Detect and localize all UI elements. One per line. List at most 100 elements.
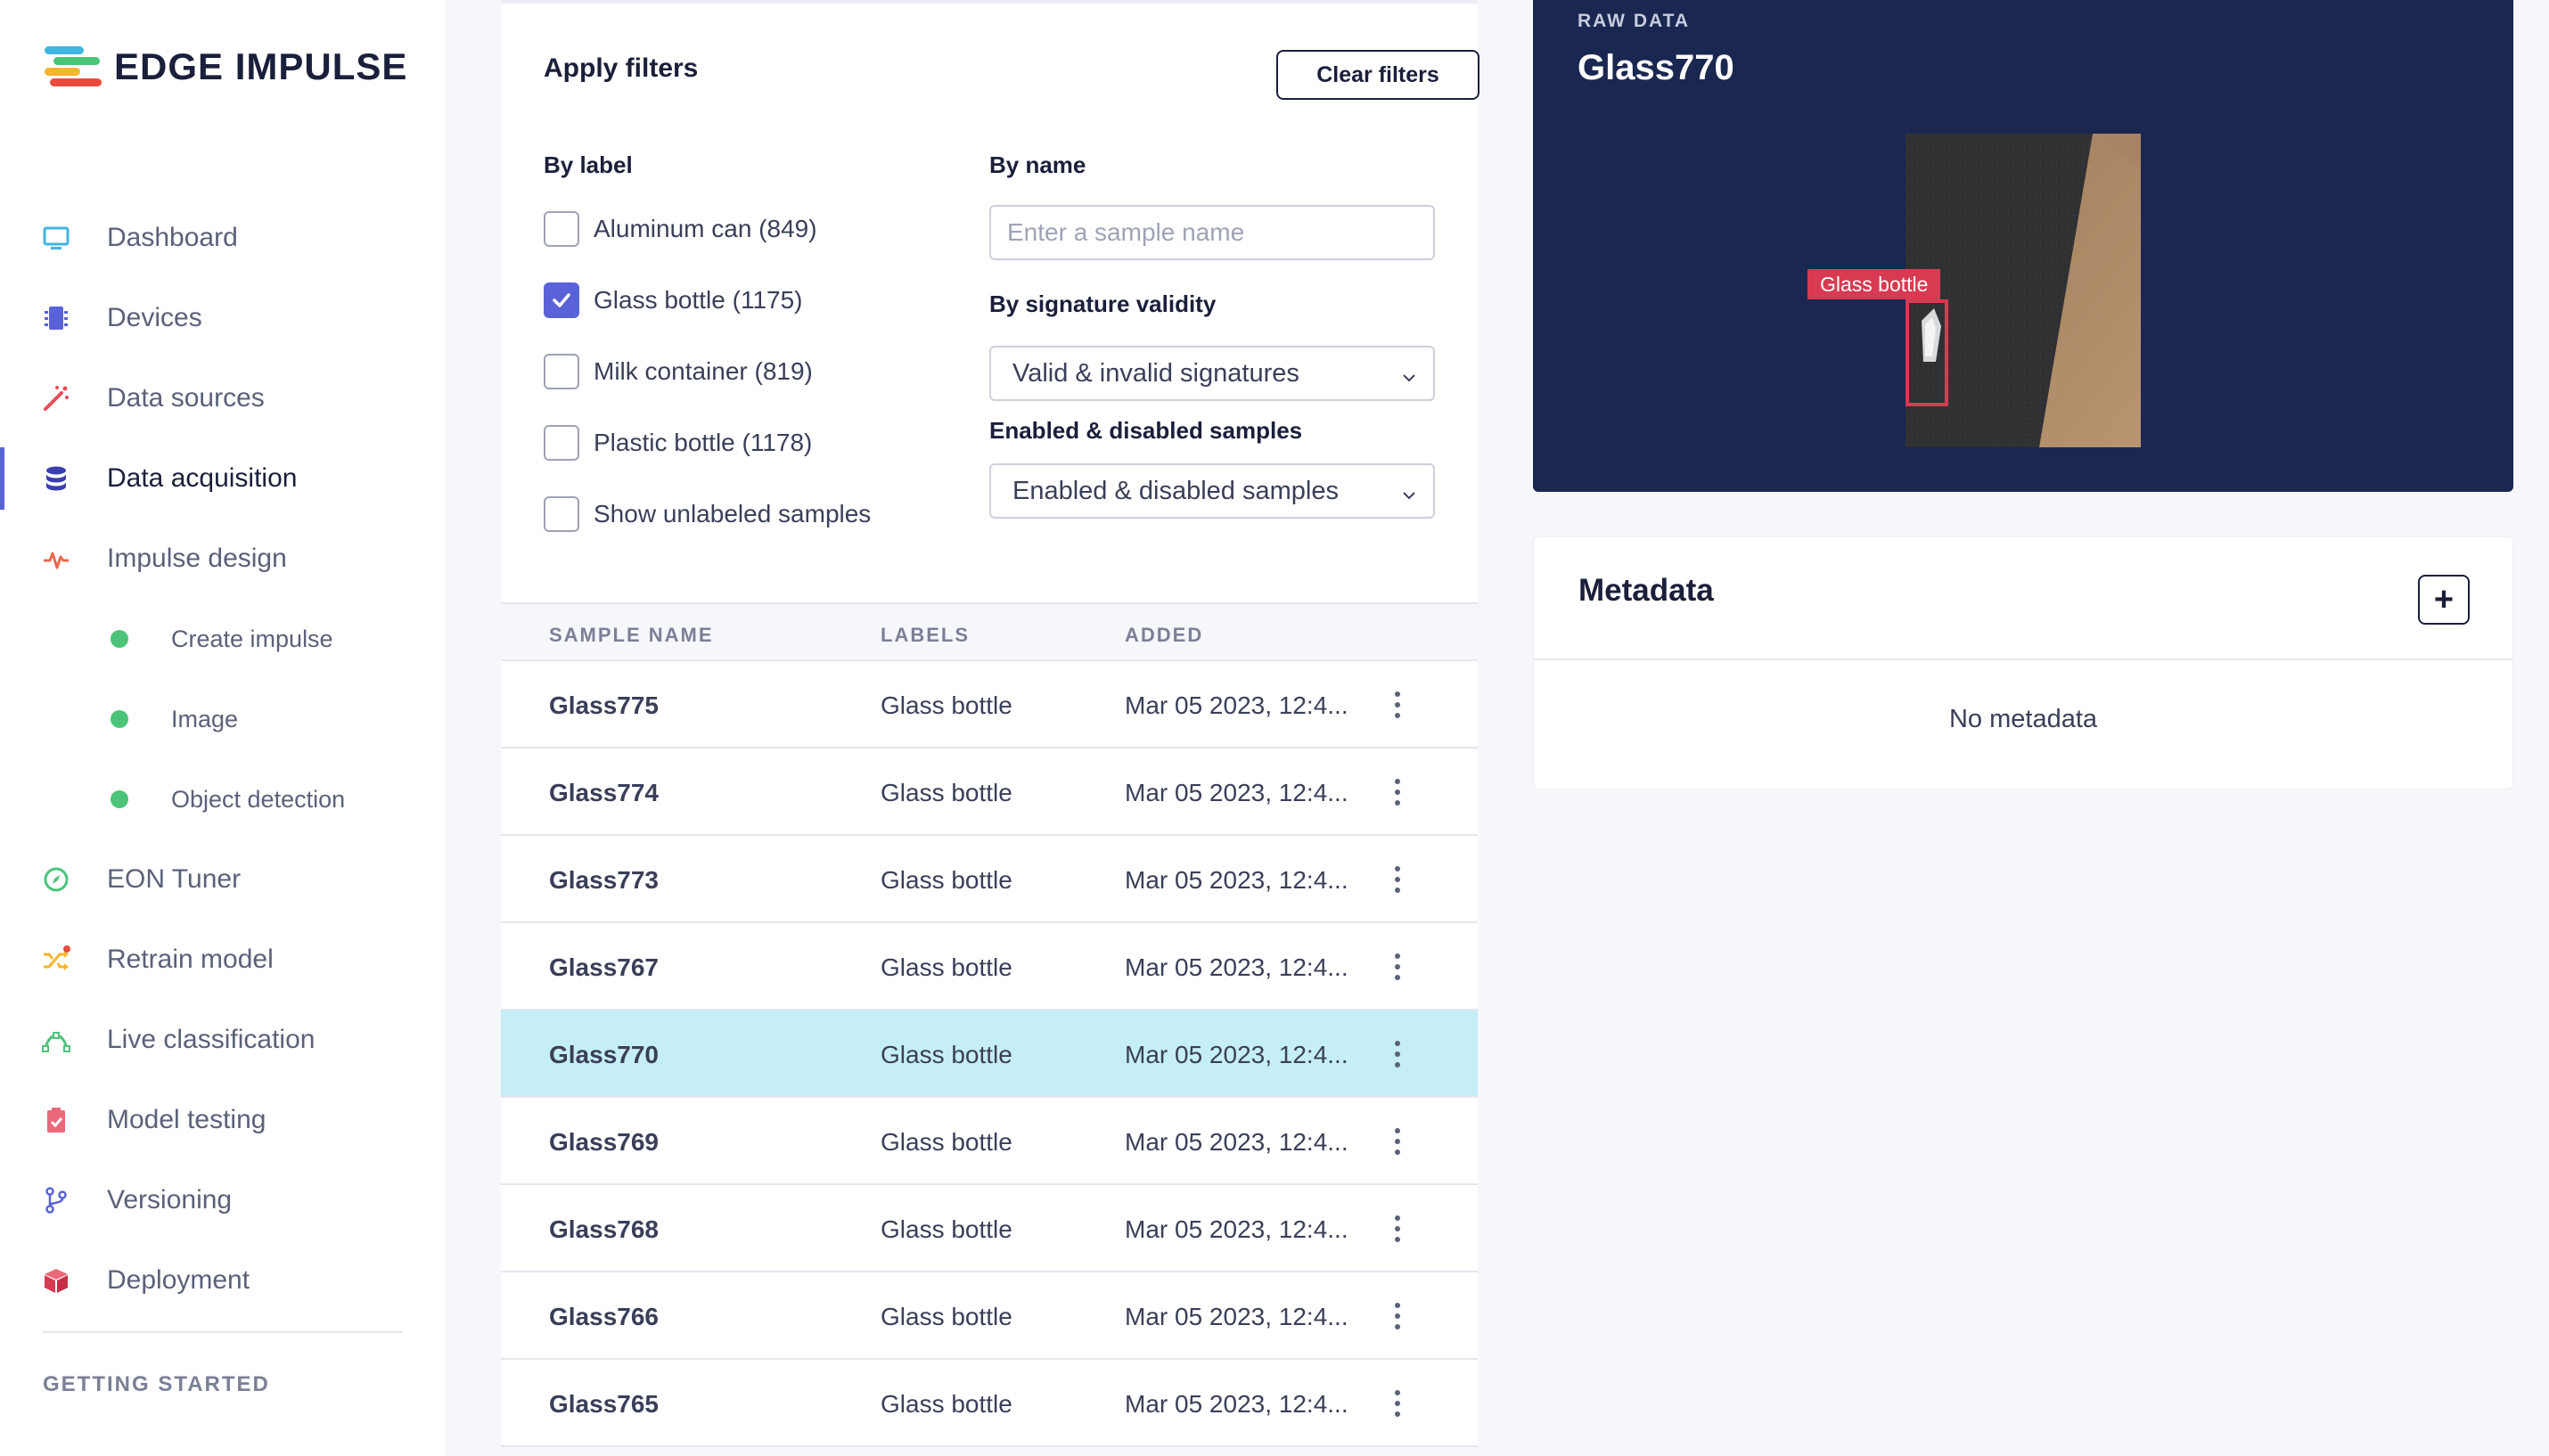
more-options-icon[interactable] — [1385, 1297, 1410, 1335]
sample-added: Mar 05 2023, 12:4... — [1125, 1390, 1348, 1418]
table-row[interactable]: Glass770 Glass bottle Mar 05 2023, 12:4... — [501, 1010, 1478, 1098]
sample-label: Glass bottle — [881, 691, 1012, 719]
sample-added: Mar 05 2023, 12:4... — [1125, 866, 1348, 894]
sidebar-item-dashboard[interactable]: Dashboard — [0, 198, 446, 278]
sample-name-input[interactable] — [989, 205, 1435, 260]
sample-added: Mar 05 2023, 12:4... — [1125, 953, 1348, 981]
filter-checkbox-glass-bottle[interactable]: Glass bottle (1175) — [544, 282, 803, 319]
column-header-added[interactable]: ADDED — [1125, 624, 1203, 647]
sidebar-item-image[interactable]: Image — [0, 679, 446, 759]
sidebar-item-devices[interactable]: Devices — [0, 278, 446, 358]
sidebar-item-live-classification[interactable]: Live classification — [0, 1000, 446, 1080]
sidebar-item-label: Data sources — [107, 383, 265, 413]
sample-added: Mar 05 2023, 12:4... — [1125, 1303, 1348, 1330]
sidebar-item-create-impulse[interactable]: Create impulse — [0, 599, 446, 679]
sidebar-item-data-sources[interactable]: Data sources — [0, 358, 446, 438]
sample-added: Mar 05 2023, 12:4... — [1125, 779, 1348, 806]
table-row[interactable]: Glass774 Glass bottle Mar 05 2023, 12:4... — [501, 748, 1478, 836]
raw-data-card: RAW DATA Glass770 — [1533, 0, 2513, 492]
by-name-title: By name — [989, 151, 1086, 178]
sample-name[interactable]: Glass769 — [549, 1128, 659, 1157]
sidebar-item-versioning[interactable]: Versioning — [0, 1160, 446, 1240]
sidebar-item-model-testing[interactable]: Model testing — [0, 1080, 446, 1160]
bounding-box[interactable] — [1906, 299, 1948, 406]
sidebar-item-impulse-design[interactable]: Impulse design — [0, 519, 446, 599]
filter-checkbox-unlabeled[interactable]: Show unlabeled samples — [544, 495, 871, 533]
more-options-icon[interactable] — [1385, 686, 1410, 724]
add-metadata-button[interactable]: + — [2418, 575, 2470, 625]
table-row[interactable]: Glass775 Glass bottle Mar 05 2023, 12:4... — [501, 661, 1478, 748]
brand-name: EDGE IMPULSE — [114, 45, 408, 87]
sidebar-item-label: Devices — [107, 303, 202, 332]
sample-name[interactable]: Glass768 — [549, 1215, 659, 1244]
checkbox[interactable] — [544, 354, 579, 389]
sample-name[interactable]: Glass774 — [549, 779, 659, 807]
checkbox[interactable] — [544, 496, 579, 532]
clear-filters-button[interactable]: Clear filters — [1276, 50, 1479, 100]
checkbox-label: Show unlabeled samples — [594, 500, 872, 528]
chevron-down-icon — [1399, 483, 1419, 512]
sample-name[interactable]: Glass770 — [549, 1041, 659, 1069]
more-options-icon[interactable] — [1385, 1035, 1410, 1073]
sidebar-item-data-acquisition[interactable]: Data acquisition — [0, 438, 446, 519]
sidebar-item-label: Deployment — [107, 1265, 250, 1295]
checkbox[interactable] — [544, 211, 579, 247]
table-row[interactable]: Glass773 Glass bottle Mar 05 2023, 12:4... — [501, 836, 1478, 923]
table-row[interactable]: Glass765 Glass bottle Mar 05 2023, 12:4... — [501, 1360, 1478, 1447]
more-options-icon[interactable] — [1385, 1385, 1410, 1422]
sidebar-divider — [43, 1331, 403, 1333]
sidebar-item-deployment[interactable]: Deployment — [0, 1240, 446, 1321]
metadata-title: Metadata — [1578, 573, 1714, 608]
chip-icon — [41, 303, 71, 333]
sample-name[interactable]: Glass766 — [549, 1303, 659, 1331]
more-options-icon[interactable] — [1385, 773, 1410, 811]
sample-name[interactable]: Glass775 — [549, 691, 659, 720]
sample-added: Mar 05 2023, 12:4... — [1125, 1128, 1348, 1156]
sidebar-item-eon-tuner[interactable]: EON Tuner — [0, 839, 446, 920]
sample-added: Mar 05 2023, 12:4... — [1125, 1215, 1348, 1243]
checkbox[interactable] — [544, 282, 579, 318]
samples-table: SAMPLE NAME LABELS ADDED Glass775 Glass b… — [501, 602, 1478, 1447]
signature-validity-select[interactable]: Valid & invalid signatures — [989, 346, 1435, 401]
table-body: Glass775 Glass bottle Mar 05 2023, 12:4...… — [501, 661, 1478, 1447]
filter-checkbox-aluminum-can[interactable]: Aluminum can (849) — [544, 210, 817, 248]
column-header-labels[interactable]: LABELS — [881, 624, 970, 647]
select-value: Valid & invalid signatures — [1012, 358, 1299, 388]
sidebar-item-retrain-model[interactable]: Retrain model — [0, 920, 446, 1000]
raw-data-kicker: RAW DATA — [1578, 11, 1691, 31]
branch-icon — [41, 1185, 71, 1215]
table-row[interactable]: Glass768 Glass bottle Mar 05 2023, 12:4... — [501, 1185, 1478, 1272]
shuffle-icon — [41, 945, 71, 975]
more-options-icon[interactable] — [1385, 1123, 1410, 1160]
checkbox-label: Plastic bottle (1178) — [594, 429, 813, 456]
sample-name[interactable]: Glass773 — [549, 866, 659, 895]
sample-added: Mar 05 2023, 12:4... — [1125, 1041, 1348, 1068]
more-options-icon[interactable] — [1385, 948, 1410, 986]
filter-checkbox-milk-container[interactable]: Milk container (819) — [544, 353, 813, 390]
column-header-sample-name[interactable]: SAMPLE NAME — [549, 624, 714, 647]
logo-icon — [45, 45, 103, 89]
enabled-samples-title: Enabled & disabled samples — [989, 417, 1303, 444]
divider — [1534, 658, 2512, 660]
sample-label: Glass bottle — [881, 779, 1012, 806]
logo[interactable]: EDGE IMPULSE — [45, 45, 407, 89]
metadata-card: Metadata + No metadata — [1533, 536, 2513, 789]
sample-name[interactable]: Glass765 — [549, 1390, 659, 1419]
sidebar: EDGE IMPULSE Dashboard Devices Data sour… — [0, 0, 446, 1456]
table-row[interactable]: Glass769 Glass bottle Mar 05 2023, 12:4... — [501, 1098, 1478, 1185]
sample-name[interactable]: Glass767 — [549, 953, 659, 982]
more-options-icon[interactable] — [1385, 1210, 1410, 1247]
checkbox-label: Milk container (819) — [594, 357, 813, 385]
enabled-samples-select[interactable]: Enabled & disabled samples — [989, 463, 1435, 519]
sidebar-item-object-detection[interactable]: Object detection — [0, 759, 446, 839]
checkbox[interactable] — [544, 425, 579, 461]
sidebar-item-label: Data acquisition — [107, 463, 298, 493]
more-options-icon[interactable] — [1385, 861, 1410, 898]
sidebar-item-label: Create impulse — [171, 625, 333, 652]
filters-panel: Apply filters Clear filters By label Alu… — [501, 0, 1479, 602]
raw-data-title: Glass770 — [1578, 48, 1734, 87]
table-row[interactable]: Glass767 Glass bottle Mar 05 2023, 12:4... — [501, 923, 1478, 1010]
table-row[interactable]: Glass766 Glass bottle Mar 05 2023, 12:4... — [501, 1272, 1478, 1360]
magic-wand-icon — [41, 383, 71, 413]
filter-checkbox-plastic-bottle[interactable]: Plastic bottle (1178) — [544, 424, 812, 462]
